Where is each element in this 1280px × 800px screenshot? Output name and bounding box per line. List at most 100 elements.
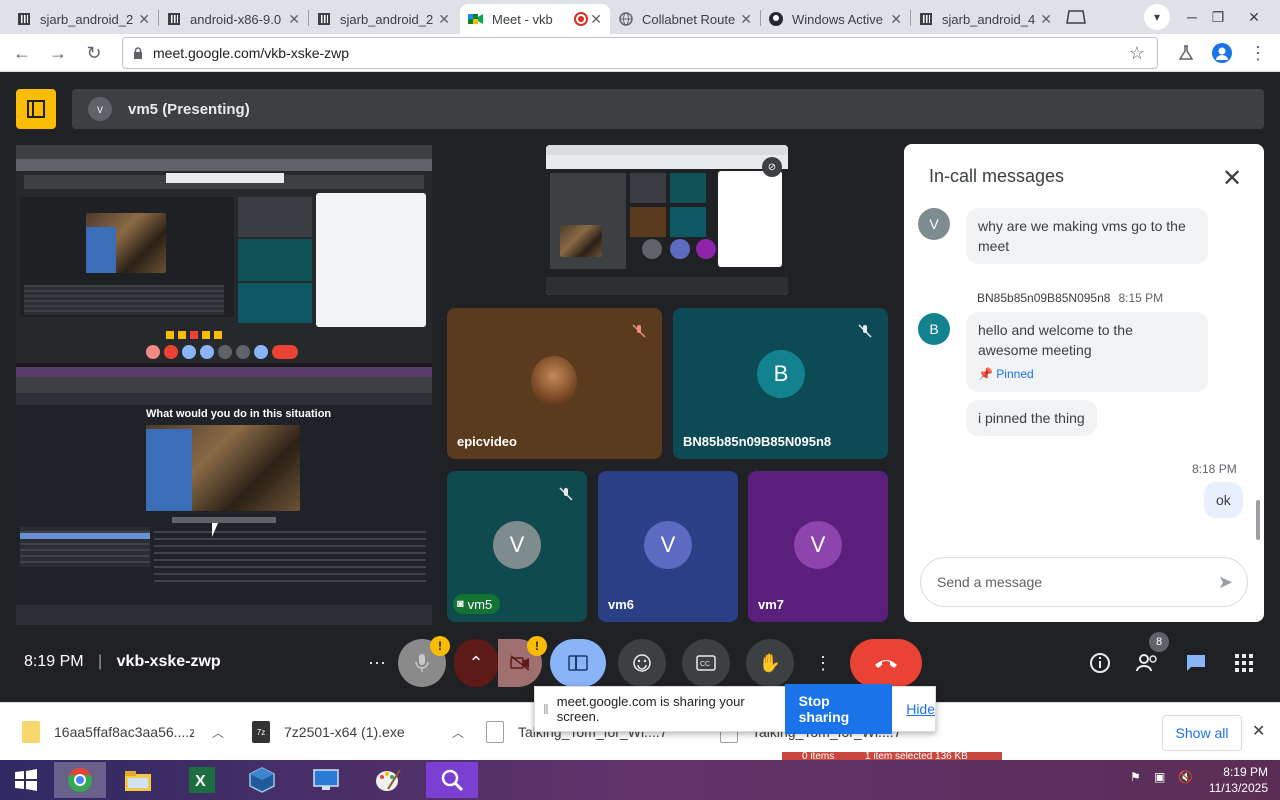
people-icon[interactable] [1133, 648, 1163, 678]
tab-sjarb-android-2[interactable]: sjarb_android_2 ✕ [308, 4, 458, 34]
mic-options-chevron[interactable]: ⌃ [454, 639, 498, 687]
globe-icon [618, 11, 634, 27]
meet-icon [468, 11, 484, 27]
message-time: 8:18 PM [1192, 462, 1237, 476]
participant-tile-epicvideo[interactable]: epicvideo [447, 308, 662, 459]
svg-text:CC: CC [700, 661, 710, 668]
tab-collabnet[interactable]: Collabnet Route ✕ [610, 4, 760, 34]
muted-mic-icon [553, 481, 579, 507]
tab-sjarb-android-1[interactable]: sjarb_android_2 ✕ [8, 4, 158, 34]
browser-menu-icon[interactable]: ⋮ [1244, 39, 1272, 67]
tab-windows-active[interactable]: Windows Active ✕ [760, 4, 910, 34]
close-tab-icon[interactable]: ✕ [1040, 11, 1052, 28]
more-options-icon[interactable]: ⋮ [808, 639, 838, 687]
window-close-icon[interactable]: ✕ [1234, 0, 1274, 34]
download-item[interactable]: 7z 7z2501-x64 (1).exe ︿ [252, 703, 464, 761]
network-icon[interactable]: ▣ [1154, 770, 1165, 784]
presenter-avatar: v [88, 97, 112, 121]
tab-search-chevron-icon[interactable]: ▾ [1144, 4, 1170, 30]
mic-warning-badge: ! [430, 636, 450, 656]
volume-muted-icon[interactable]: 🔇 [1178, 770, 1193, 784]
message-bubble: why are we making vms go to the meet [966, 208, 1208, 264]
close-tab-icon[interactable]: ✕ [138, 11, 150, 28]
participant-name: vm7 [758, 597, 785, 612]
message-bubble: i pinned the thing [966, 400, 1097, 436]
reload-icon[interactable]: ↻ [80, 39, 108, 67]
search-app-icon[interactable] [426, 762, 478, 798]
remote-desktop-icon[interactable] [300, 762, 352, 798]
close-tab-icon[interactable]: ✕ [288, 11, 300, 28]
panel-title: In-call messages [929, 166, 1065, 186]
scrollbar-thumb[interactable] [1256, 500, 1260, 540]
file-explorer-icon[interactable] [112, 762, 164, 798]
close-tab-icon[interactable]: ✕ [438, 11, 450, 28]
meeting-details-icon[interactable] [1085, 648, 1115, 678]
participant-tile-vm5[interactable]: V ◙ vm5 [447, 471, 587, 622]
chrome-icon[interactable] [54, 762, 106, 798]
leave-call-button[interactable] [850, 639, 922, 687]
hand-icon: ✋ [758, 652, 782, 673]
start-windows-icon[interactable] [0, 762, 52, 798]
paint-icon[interactable] [362, 762, 414, 798]
new-tab-button[interactable] [1062, 6, 1090, 28]
participant-avatar: V [644, 521, 692, 569]
participant-avatar: B [757, 350, 805, 398]
mouse-cursor-icon [212, 523, 224, 537]
nested-screen-top [16, 145, 432, 363]
github-icon [768, 11, 784, 27]
labs-flask-icon[interactable] [1172, 39, 1200, 67]
profile-avatar-icon[interactable] [1208, 39, 1236, 67]
system-clock[interactable]: 8:19 PM 11/13/2025 [1198, 764, 1268, 796]
drag-handle-icon[interactable]: ‖ [543, 701, 549, 717]
windows-taskbar: X ⚑ ▣ 🔇 8:19 PM 11/13/2025 [0, 760, 1280, 800]
file-icon [486, 721, 504, 743]
message-bubble: hello and welcome to the awesome meeting… [966, 312, 1208, 392]
close-downloads-icon[interactable]: ✕ [1252, 721, 1265, 741]
virtualbox-icon[interactable] [236, 762, 288, 798]
tab-meet[interactable]: Meet - vkb ✕ [460, 4, 610, 34]
presenting-banner: v vm5 (Presenting) [72, 89, 1264, 129]
close-tab-icon[interactable]: ✕ [890, 11, 902, 28]
tab-sjarb-android-4[interactable]: sjarb_android_4 ✕ [910, 4, 1060, 34]
activities-grid-icon[interactable] [1229, 648, 1259, 678]
close-panel-icon[interactable]: ✕ [1222, 164, 1242, 193]
captions-button[interactable]: CC [682, 639, 730, 687]
send-icon[interactable]: ➤ [1218, 572, 1233, 593]
back-arrow-icon[interactable]: ← [8, 39, 36, 67]
message-input[interactable]: Send a message ➤ [920, 557, 1248, 607]
hide-link[interactable]: Hide [906, 701, 935, 717]
chat-icon[interactable] [1181, 648, 1211, 678]
close-tab-icon[interactable]: ✕ [740, 11, 752, 28]
download-item[interactable]: 16aa5ffaf8ac3aa56....zip ︿ [22, 703, 224, 761]
participant-tile-vm7[interactable]: V vm7 [748, 471, 888, 622]
present-button[interactable] [550, 639, 606, 687]
pinned-label[interactable]: 📌 Pinned [978, 364, 1196, 384]
restore-icon[interactable]: ❐ [1198, 0, 1238, 34]
participant-avatar: V [493, 521, 541, 569]
emoji-reaction-button[interactable] [618, 639, 666, 687]
presentation-thumbnail[interactable]: ⊘ [546, 145, 788, 295]
message-avatar: B [918, 313, 950, 345]
forward-arrow-icon[interactable]: → [44, 39, 72, 67]
7zip-file-icon: 7z [252, 721, 270, 743]
raise-hand-button[interactable]: ✋ [746, 639, 794, 687]
screen-sharing-notice: ‖ meet.google.com is sharing your screen… [534, 684, 936, 734]
participant-tile-vm6[interactable]: V vm6 [598, 471, 738, 622]
excel-icon[interactable]: X [176, 762, 228, 798]
close-tab-icon[interactable]: ✕ [590, 11, 602, 28]
participant-tile-bn85[interactable]: B BN85b85n09B85N095n8 [673, 308, 888, 459]
message-avatar: V [918, 208, 950, 240]
chevron-up-icon[interactable]: ︿ [452, 724, 464, 741]
chevron-up-icon[interactable]: ︿ [212, 724, 224, 741]
muted-mic-icon [626, 318, 652, 344]
show-all-button[interactable]: Show all [1162, 715, 1242, 751]
participant-name: vm6 [608, 597, 635, 612]
svg-text:X: X [195, 773, 206, 790]
recording-icon [574, 12, 588, 26]
stop-sharing-button[interactable]: Stop sharing [784, 684, 893, 734]
bookmark-star-icon[interactable]: ☆ [1129, 43, 1145, 64]
more-controls-icon[interactable]: ⋯ [362, 639, 392, 687]
tab-android-x86[interactable]: android-x86-9.0 ✕ [158, 4, 308, 34]
flag-icon[interactable]: ⚑ [1130, 770, 1141, 784]
omnibox[interactable]: meet.google.com/vkb-xske-zwp ☆ [122, 37, 1158, 69]
